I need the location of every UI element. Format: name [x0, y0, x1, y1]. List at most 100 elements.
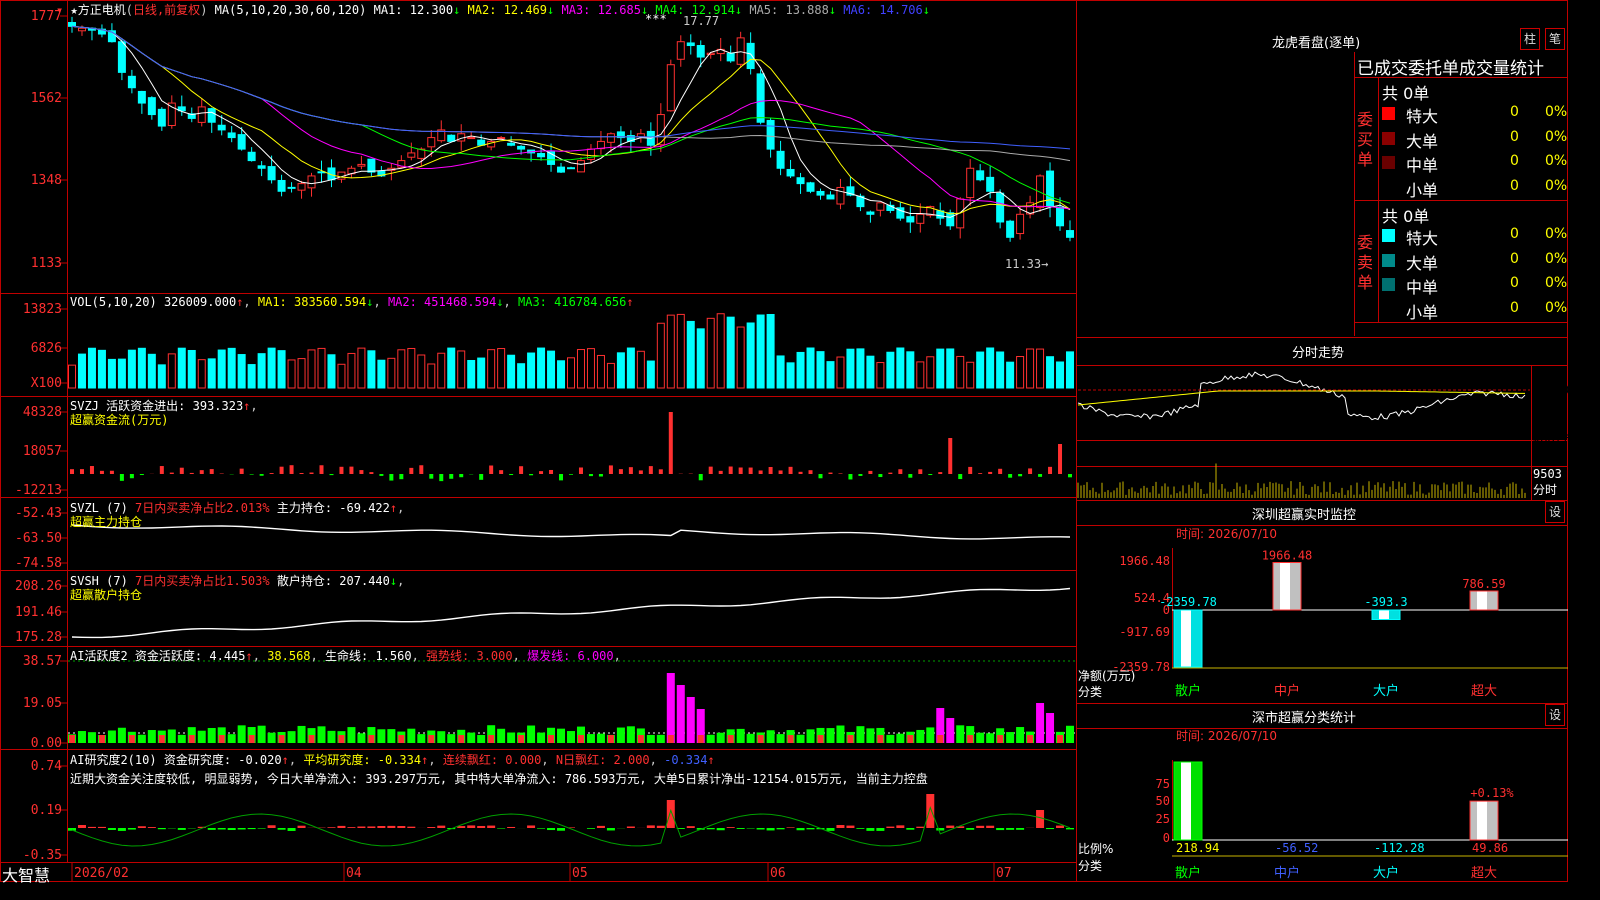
y-tick-label: -63.50 — [15, 531, 62, 546]
ai-research-bar — [786, 827, 795, 828]
candle-body — [686, 42, 695, 47]
order-color-swatch — [1382, 131, 1395, 145]
period-label[interactable]: 日线,前复权 — [133, 3, 200, 17]
ai-research-bar — [227, 828, 236, 831]
volume-bar — [646, 360, 655, 389]
fund-flow-bar — [698, 474, 703, 481]
candle-body — [137, 90, 146, 104]
ai-active-red-mark — [997, 735, 1004, 743]
fund-flow-bar — [499, 470, 504, 474]
fund-flow-bar — [848, 474, 853, 480]
fund-flow-bar — [878, 474, 883, 478]
vol-title: VOL(5,10,20) — [70, 295, 157, 309]
volume-bar — [537, 347, 546, 389]
ai-research-bar — [876, 828, 885, 831]
volume-bar — [407, 347, 416, 389]
sz-bar-label: 1966.48 — [1262, 549, 1313, 563]
candle-body — [517, 145, 526, 150]
ai-active-red-mark — [667, 735, 674, 743]
ai-active-bar — [167, 729, 176, 743]
candle-body — [826, 194, 835, 200]
ai-research-bar — [357, 826, 366, 828]
ai-active-label4: 强势线: 3.000 — [426, 649, 513, 663]
fund-flow-bar — [429, 474, 434, 479]
ma-legend-arrow: ↓ — [828, 3, 844, 17]
volume-bar — [267, 347, 276, 389]
sh-settings-button[interactable]: 设 — [1545, 704, 1565, 726]
fund-flow-bar — [539, 471, 544, 474]
volume-bar — [247, 364, 256, 389]
fund-flow-bar — [569, 474, 573, 475]
order-count: 0 — [1510, 299, 1519, 316]
volume-bar — [477, 357, 486, 389]
ai-active-label5: 爆发线: 6.000 — [527, 649, 614, 663]
volume-bar — [187, 349, 196, 389]
fund-flow-bar — [858, 474, 863, 476]
ai-research-bar — [407, 826, 416, 828]
ai-research-bar — [287, 828, 296, 831]
candle-body — [776, 150, 785, 169]
ai-active-red-mark — [1057, 735, 1064, 743]
fund-flow-bar — [419, 465, 424, 474]
fund-flow-bar — [139, 474, 144, 476]
vol-ma2: MA2: 451468.594 — [387, 295, 497, 309]
favorite-star-icon[interactable]: ★ — [70, 3, 77, 17]
candle-body — [746, 42, 755, 70]
ai-research-bar — [77, 825, 86, 828]
fund-flow-bar — [988, 471, 993, 474]
ai-active-red-mark — [98, 735, 105, 743]
volume-bar — [217, 349, 226, 389]
ai-active-bar — [746, 733, 755, 743]
volume-bar — [377, 359, 386, 389]
sz-settings-button[interactable]: 设 — [1545, 501, 1565, 523]
ma-legend-item-5: MA5: 13.888 — [749, 3, 829, 17]
ai-active-bar — [626, 726, 635, 743]
sell-total: 共 0单 — [1382, 207, 1430, 226]
tick-mode-button[interactable]: 笔 — [1545, 28, 1565, 50]
ai-active-label1: 资金活跃度: 4.445 — [134, 649, 246, 663]
ai-active-bar — [527, 725, 536, 743]
order-color-swatch — [1382, 180, 1395, 194]
ai-research-bar — [596, 825, 605, 828]
12: #ff3030 — [1533, 383, 1568, 397]
fund-flow-bar — [758, 470, 763, 474]
fund-flow-bar — [269, 473, 274, 474]
ma-legend-item-3: MA3: 12.685 — [561, 3, 641, 17]
ai-research-bar — [497, 828, 506, 829]
ai-active-header: AI活跃度2 资金活跃度: 4.445↑, 38.568, 生命线: 1.560… — [70, 649, 621, 663]
ai-active-bar — [467, 732, 476, 743]
fund-flow-bar — [289, 465, 294, 474]
ai-research-bar — [926, 794, 935, 828]
volume-bar — [277, 350, 286, 389]
volume-bar — [916, 361, 925, 389]
sh-bar-highlight — [1181, 762, 1191, 840]
fund-flow-bar — [489, 465, 494, 474]
fund-flow-bar — [249, 474, 254, 475]
ai-research-bar — [277, 828, 286, 830]
fund-flow-bar — [918, 469, 923, 474]
sz-monitor-title: 深圳超赢实时监控 — [1252, 508, 1357, 523]
ai-research-bar — [706, 828, 715, 830]
candle-body — [227, 132, 236, 139]
sh-bar — [1469, 800, 1499, 841]
menu-arrow-icon[interactable]: ▾ — [56, 3, 63, 17]
volume-bar — [347, 352, 356, 389]
ai-active-bar — [207, 727, 216, 743]
bar-mode-button[interactable]: 柱 — [1520, 28, 1540, 50]
ai-research-label3: 连续飘红: 0.000 — [442, 753, 542, 767]
candle-body — [357, 163, 366, 167]
fund-flow-bar — [598, 474, 603, 477]
intraday-vol-label: 分时 — [1533, 483, 1557, 497]
stock-chart[interactable]: 1777156213481133138236826X1004832818057-… — [0, 0, 1568, 882]
volume-bar — [117, 358, 126, 389]
volume-bar — [676, 313, 685, 389]
ma-legend-arrow: ↓ — [547, 3, 562, 17]
order-pct: 0% — [1545, 153, 1568, 169]
order-pct: 0% — [1545, 299, 1568, 316]
sz-bar — [1173, 609, 1203, 668]
y-tick-label: 48328 — [23, 405, 62, 420]
ai-active-bar — [976, 732, 985, 743]
fund-flow-bar — [908, 474, 913, 478]
ma-legend-item-4: MA4: 12.914 — [655, 3, 735, 17]
order-count: 0 — [1510, 104, 1519, 120]
